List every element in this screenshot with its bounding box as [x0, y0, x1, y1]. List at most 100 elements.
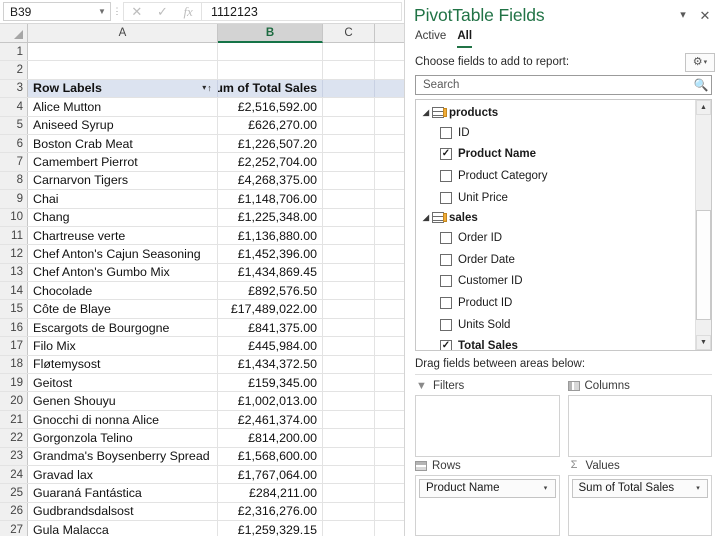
cell-product-name[interactable]: Aniseed Syrup	[28, 116, 218, 134]
row-header[interactable]: 20	[0, 392, 28, 410]
tab-active[interactable]: Active	[415, 30, 446, 46]
cell-product-name[interactable]	[28, 61, 218, 79]
cell-empty[interactable]	[323, 502, 375, 521]
table-row[interactable]: 22 Gorgonzola Telino £814,200.00	[0, 429, 404, 448]
field-checkbox[interactable]	[440, 296, 452, 309]
field-checkbox[interactable]	[440, 126, 452, 139]
cell-total-sales[interactable]	[218, 61, 323, 79]
cell-empty[interactable]	[323, 410, 375, 429]
cell-empty[interactable]	[323, 245, 375, 263]
cell-empty[interactable]	[323, 226, 375, 245]
cell-total-sales[interactable]: £814,200.00	[218, 429, 323, 447]
filter-dropdown-icon[interactable]: ▾ ↑	[199, 81, 215, 96]
cell-empty[interactable]	[375, 172, 404, 189]
field-checkbox[interactable]: ✓	[440, 340, 452, 350]
row-header[interactable]: 11	[0, 226, 28, 245]
row-header[interactable]: 10	[0, 208, 28, 226]
row-header[interactable]: 12	[0, 245, 28, 263]
row-header[interactable]: 7	[0, 153, 28, 171]
scrollbar-thumb[interactable]	[696, 210, 711, 320]
table-row[interactable]: 15 Côte de Blaye £17,489,022.00	[0, 300, 404, 319]
cell-empty[interactable]	[323, 171, 375, 190]
column-header-overflow[interactable]	[375, 24, 404, 42]
row-header[interactable]: 16	[0, 318, 28, 337]
cell-total-sales[interactable]: £1,767,064.00	[218, 465, 323, 484]
cell-empty[interactable]	[323, 484, 375, 502]
cell-product-name[interactable]: Filo Mix	[28, 337, 218, 355]
row-header[interactable]: 24	[0, 465, 28, 484]
table-row[interactable]: 21 Gnocchi di nonna Alice £2,461,374.00	[0, 410, 404, 430]
cell-total-sales[interactable]	[218, 43, 323, 61]
table-row[interactable]: 11 Chartreuse verte £1,136,880.00	[0, 226, 404, 246]
cell-product-name[interactable]: Chang	[28, 208, 218, 226]
row-header[interactable]: 6	[0, 134, 28, 153]
cell-total-sales[interactable]: £1,259,329.15	[218, 521, 323, 536]
close-icon[interactable]: ✕	[694, 4, 716, 26]
cell-empty[interactable]	[375, 227, 404, 244]
cell-empty[interactable]	[323, 116, 375, 134]
field-checkbox[interactable]	[440, 318, 452, 331]
row-header[interactable]: 17	[0, 337, 28, 355]
cell-total-sales[interactable]: £1,434,372.50	[218, 355, 323, 374]
field-pill-values[interactable]: Sum of Total Sales ▾	[571, 478, 708, 498]
cell-empty[interactable]	[323, 521, 375, 536]
field-list-item[interactable]: ID	[416, 122, 695, 144]
table-row[interactable]: 10 Chang £1,225,348.00	[0, 208, 404, 227]
pivot-header-row[interactable]: 3 Row Labels ▾ ↑ Sum of Total Sales	[0, 79, 404, 99]
field-checkbox[interactable]	[440, 232, 452, 245]
cell-empty[interactable]	[323, 465, 375, 484]
area-columns-dropzone[interactable]	[567, 395, 712, 457]
select-all-corner[interactable]	[0, 24, 28, 42]
field-list-scrollbar[interactable]: ▲ ▼	[695, 100, 711, 350]
cell-product-name[interactable]: Chef Anton's Gumbo Mix	[28, 263, 218, 282]
row-header[interactable]: 19	[0, 374, 28, 392]
field-list-item[interactable]: Units Sold	[416, 314, 695, 336]
cell-product-name[interactable]: Côte de Blaye	[28, 300, 218, 318]
cell-total-sales[interactable]: £2,252,704.00	[218, 153, 323, 171]
cell-empty[interactable]	[323, 263, 375, 282]
field-list-item[interactable]: Unit Price	[416, 187, 695, 209]
table-row[interactable]: 4 Alice Mutton £2,516,592.00	[0, 98, 404, 117]
cell-product-name[interactable]: Escargots de Bourgogne	[28, 318, 218, 337]
table-row[interactable]: 25 Guaraná Fantástica £284,211.00	[0, 484, 404, 503]
table-row[interactable]: 13 Chef Anton's Gumbo Mix £1,434,869.45	[0, 263, 404, 283]
row-header[interactable]: 26	[0, 502, 28, 521]
field-table-node[interactable]: ◢ products	[416, 103, 695, 122]
cell-empty[interactable]	[375, 153, 404, 170]
field-list-item[interactable]: Customer ID	[416, 271, 695, 293]
row-header[interactable]: 15	[0, 300, 28, 318]
cell-product-name[interactable]: Chai	[28, 190, 218, 208]
column-header-c[interactable]: C	[323, 24, 375, 42]
row-header[interactable]: 3	[0, 79, 28, 98]
cell-empty[interactable]	[323, 355, 375, 374]
area-rows-dropzone[interactable]: Product Name ▾	[415, 474, 560, 536]
cell-total-sales[interactable]: £1,568,600.00	[218, 447, 323, 465]
row-header[interactable]: 13	[0, 263, 28, 282]
cell-empty[interactable]	[323, 300, 375, 318]
cell-total-sales[interactable]: £1,225,348.00	[218, 208, 323, 226]
cell-empty[interactable]	[323, 447, 375, 465]
cell-product-name[interactable]: Grandma's Boysenberry Spread	[28, 447, 218, 465]
cell-product-name[interactable]: Boston Crab Meat	[28, 134, 218, 153]
cell-empty[interactable]	[375, 356, 404, 373]
search-box[interactable]: 🔍	[415, 75, 712, 95]
cell-empty[interactable]	[375, 411, 404, 428]
cell-empty[interactable]	[375, 43, 404, 60]
column-header-a[interactable]: A	[28, 24, 218, 42]
cell-product-name[interactable]: Gravad lax	[28, 465, 218, 484]
cell-empty[interactable]	[375, 466, 404, 483]
field-pill-rows[interactable]: Product Name ▾	[419, 478, 556, 498]
cell-empty[interactable]	[375, 337, 404, 354]
cell-product-name[interactable]: Chocolade	[28, 282, 218, 300]
cell-product-name[interactable]	[28, 43, 218, 61]
cell-empty[interactable]	[375, 521, 404, 536]
cell-total-sales[interactable]: £1,434,869.45	[218, 263, 323, 282]
cell-empty[interactable]	[323, 153, 375, 171]
cell-empty[interactable]	[375, 190, 404, 207]
cell-empty[interactable]	[323, 98, 375, 116]
row-header[interactable]: 8	[0, 171, 28, 190]
row-header[interactable]: 1	[0, 43, 28, 61]
row-header[interactable]: 18	[0, 355, 28, 374]
cell-total-sales[interactable]: £626,270.00	[218, 116, 323, 134]
cell-product-name[interactable]: Alice Mutton	[28, 98, 218, 116]
